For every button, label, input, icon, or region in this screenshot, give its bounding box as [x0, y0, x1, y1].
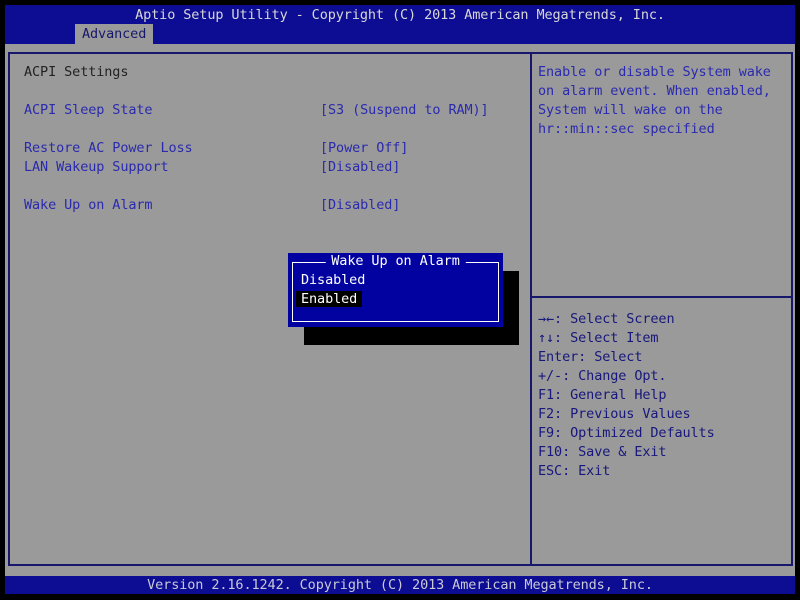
legend-select-item: ↑↓: Select Item [538, 331, 788, 345]
section-title: ACPI Settings [24, 65, 128, 79]
popup-option-disabled[interactable]: Disabled [296, 272, 370, 288]
popup-title: Wake Up on Alarm [325, 254, 465, 268]
bios-screen: Aptio Setup Utility - Copyright (C) 2013… [0, 0, 800, 600]
menu-item-acpi-sleep-state[interactable]: ACPI Sleep State [S3 (Suspend to RAM)] [24, 103, 524, 119]
version-text: Version 2.16.1242. Copyright (C) 2013 Am… [5, 578, 795, 592]
help-text-line: System will wake on the [538, 103, 788, 117]
legend-general-help: F1: General Help [538, 388, 788, 402]
menu-item-value: [S3 (Suspend to RAM)] [320, 103, 489, 117]
legend-esc-exit: ESC: Exit [538, 464, 788, 478]
menu-item-label: Wake Up on Alarm [24, 198, 152, 212]
legend-previous-values: F2: Previous Values [538, 407, 788, 421]
help-text-line: on alarm event. When enabled, [538, 84, 788, 98]
menu-item-restore-ac-power-loss[interactable]: Restore AC Power Loss [Power Off] [24, 141, 524, 157]
menu-item-label: ACPI Sleep State [24, 103, 152, 117]
panel-divider [530, 52, 532, 564]
legend-change-opt: +/-: Change Opt. [538, 369, 788, 383]
menu-item-value: [Disabled] [320, 198, 400, 212]
menu-item-label: LAN Wakeup Support [24, 160, 169, 174]
help-text-line: Enable or disable System wake [538, 65, 788, 79]
menu-item-lan-wakeup-support[interactable]: LAN Wakeup Support [Disabled] [24, 160, 524, 176]
help-legend-separator [532, 296, 793, 298]
legend-enter-select: Enter: Select [538, 350, 788, 364]
app-title: Aptio Setup Utility - Copyright (C) 2013… [5, 8, 795, 22]
menu-item-label: Restore AC Power Loss [24, 141, 193, 155]
menu-item-value: [Power Off] [320, 141, 408, 155]
legend-save-exit: F10: Save & Exit [538, 445, 788, 459]
popup-option-enabled[interactable]: Enabled [296, 291, 362, 307]
header-bar: Aptio Setup Utility - Copyright (C) 2013… [5, 5, 795, 44]
footer-bar: Version 2.16.1242. Copyright (C) 2013 Am… [5, 576, 795, 594]
menu-item-wake-up-on-alarm[interactable]: Wake Up on Alarm [Disabled] [24, 198, 524, 214]
legend-optimized-defaults: F9: Optimized Defaults [538, 426, 788, 440]
legend-select-screen: →←: Select Screen [538, 312, 788, 326]
help-text-line: hr::min::sec specified [538, 122, 788, 136]
popup-wake-up-on-alarm: Wake Up on Alarm Disabled Enabled [288, 253, 503, 327]
menu-item-value: [Disabled] [320, 160, 400, 174]
tab-advanced[interactable]: Advanced [75, 24, 153, 44]
